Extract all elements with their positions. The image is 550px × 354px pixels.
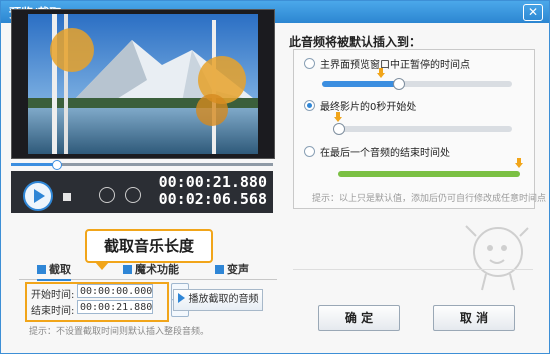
start-time-input[interactable]: 00:00:00.000 bbox=[77, 284, 153, 298]
slider-paused-point[interactable] bbox=[322, 78, 512, 90]
default-hint: 提示：以上只是默认值，添加后仍可自行修改成任意时间点 bbox=[312, 194, 547, 204]
current-time: 00:00:21.880 bbox=[158, 173, 267, 191]
step-forward-button[interactable] bbox=[125, 187, 141, 203]
end-time-input[interactable]: 00:00:21.880 bbox=[77, 300, 153, 314]
progress-fill bbox=[11, 163, 56, 166]
video-preview bbox=[11, 9, 275, 159]
start-time-row: 开始时间: 00:00:00.000 bbox=[31, 283, 191, 301]
clip-tip: 提示：不设置截取时间则默认插入整段音频。 bbox=[29, 327, 210, 337]
divider bbox=[293, 269, 533, 270]
play-button[interactable] bbox=[23, 181, 53, 211]
play-clipped-audio-label: 播放截取的音频 bbox=[188, 294, 259, 305]
radio-start-of-movie[interactable] bbox=[304, 100, 315, 111]
voice-change-tab-icon bbox=[215, 265, 224, 274]
slider-start-of-movie[interactable] bbox=[333, 123, 512, 135]
cancel-button[interactable]: 取 消 bbox=[433, 305, 515, 331]
play-icon bbox=[177, 293, 185, 303]
magic-tab-icon bbox=[123, 265, 132, 274]
landscape-image bbox=[12, 10, 274, 158]
marker-arrow-icon bbox=[334, 112, 342, 122]
tab-clip[interactable]: 截取 bbox=[37, 261, 71, 281]
marker-arrow-icon bbox=[515, 158, 523, 168]
clip-tab-icon bbox=[37, 265, 46, 274]
option-start-of-movie-label: 最终影片的0秒开始处 bbox=[320, 102, 417, 113]
playback-progress[interactable] bbox=[11, 160, 273, 170]
preview-clip-dialog: 预览/截取 ✕ bbox=[0, 0, 550, 354]
slider-fill bbox=[322, 81, 398, 87]
radio-paused-point[interactable] bbox=[304, 58, 315, 69]
stop-button[interactable] bbox=[63, 193, 71, 201]
tab-clip-label: 截取 bbox=[49, 263, 71, 276]
end-time-label: 结束时间: bbox=[31, 306, 75, 317]
tab-magic[interactable]: 魔术功能 bbox=[123, 261, 179, 279]
slider-after-last-audio[interactable] bbox=[338, 171, 520, 177]
play-clipped-audio-button[interactable]: 播放截取的音频 bbox=[173, 289, 263, 311]
option-after-last-audio-label: 在最后一个音频的结束时间处 bbox=[320, 148, 450, 159]
tab-magic-label: 魔术功能 bbox=[135, 263, 179, 276]
slider-fill bbox=[338, 171, 520, 177]
clip-length-callout: 截取音乐长度 bbox=[85, 229, 213, 270]
tab-voice-change[interactable]: 变声 bbox=[215, 261, 249, 279]
close-button[interactable]: ✕ bbox=[523, 4, 543, 21]
slider-knob[interactable] bbox=[393, 78, 405, 90]
start-time-label: 开始时间: bbox=[31, 290, 75, 301]
marker-arrow-icon bbox=[377, 68, 385, 78]
player-controls: 00:00:21.880 00:02:06.568 bbox=[11, 171, 273, 213]
insert-options-panel: 主界面预览窗口中正暂停的时间点 最终影片的0秒开始处 在最后一个音频的结束时间处… bbox=[293, 49, 546, 209]
insert-heading: 此音频将被默认插入到： bbox=[289, 35, 422, 49]
ok-button[interactable]: 确 定 bbox=[318, 305, 400, 331]
end-time-row: 结束时间: 00:00:21.880 bbox=[31, 299, 191, 317]
edit-tabs: 截取 魔术功能 变声 bbox=[19, 261, 277, 281]
radio-after-last-audio[interactable] bbox=[304, 146, 315, 157]
total-time: 00:02:06.568 bbox=[158, 190, 267, 208]
slider-knob[interactable] bbox=[333, 123, 345, 135]
mascot-icon bbox=[465, 225, 529, 291]
step-back-button[interactable] bbox=[99, 187, 115, 203]
tab-voice-change-label: 变声 bbox=[227, 263, 249, 276]
option-paused-point-label: 主界面预览窗口中正暂停的时间点 bbox=[320, 60, 470, 71]
progress-knob[interactable] bbox=[51, 160, 62, 170]
